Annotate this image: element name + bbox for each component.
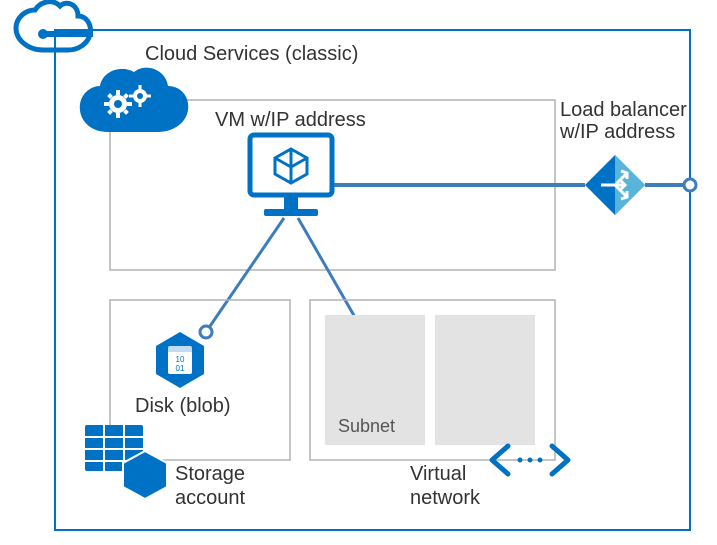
cloud-gears-icon xyxy=(80,68,188,132)
connector-vm-disk xyxy=(206,218,284,332)
vm-label: VM w/IP address xyxy=(215,109,366,131)
subnet-2 xyxy=(435,315,535,445)
disk-label: Disk (blob) xyxy=(135,395,231,417)
disk-icon: 10 01 xyxy=(156,332,204,388)
storage-label-2: account xyxy=(175,487,245,509)
svg-text:10: 10 xyxy=(176,355,185,364)
diagram-title: Cloud Services (classic) xyxy=(145,43,358,65)
lb-label-1: Load balancer xyxy=(560,99,687,121)
storage-account-icon xyxy=(85,425,167,499)
lb-label-2: w/IP address xyxy=(559,121,675,143)
svg-text:01: 01 xyxy=(176,364,185,373)
vnet-label-2: network xyxy=(410,487,481,509)
disk-endpoint-dot xyxy=(200,326,212,338)
vm-icon xyxy=(250,135,332,216)
vnet-label-1: Virtual xyxy=(410,463,466,485)
storage-label-1: Storage xyxy=(175,463,245,485)
subnet-label: Subnet xyxy=(338,416,395,436)
load-balancer-icon xyxy=(585,155,645,215)
connector-vm-subnet xyxy=(298,218,360,326)
lb-endpoint-dot xyxy=(684,179,696,191)
